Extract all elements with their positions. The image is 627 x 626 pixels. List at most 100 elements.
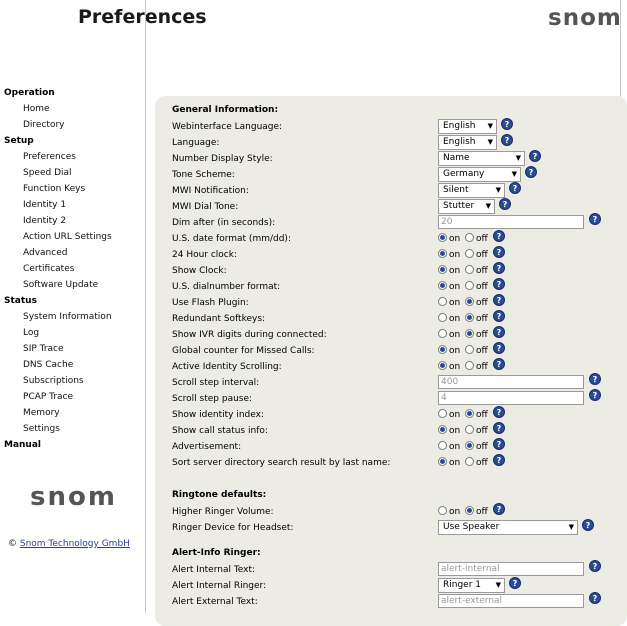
use-flash-plugin-radio-off[interactable] <box>465 297 474 306</box>
field-label-mwi-dial-tone: MWI Dial Tone: <box>172 202 239 212</box>
show-identity-index-radio-on[interactable] <box>438 409 447 418</box>
help-icon[interactable]: ? <box>493 358 505 370</box>
redundant-softkeys-radio-on[interactable] <box>438 313 447 322</box>
help-icon[interactable]: ? <box>493 454 505 466</box>
help-icon[interactable]: ? <box>509 182 521 194</box>
sidebar-item-speed-dial[interactable]: Speed Dial <box>0 165 145 181</box>
help-icon[interactable]: ? <box>493 326 505 338</box>
select-value: Name <box>443 153 470 163</box>
language-select[interactable]: English ▼ <box>438 135 497 150</box>
sidebar-item-memory[interactable]: Memory <box>0 405 145 421</box>
sort-server-directory-search-result-by-last-name-radio-off[interactable] <box>465 457 474 466</box>
sidebar-item-directory[interactable]: Directory <box>0 117 145 133</box>
sidebar-section-setup[interactable]: Setup <box>0 133 145 149</box>
sidebar-item-dns-cache[interactable]: DNS Cache <box>0 357 145 373</box>
show-ivr-digits-during-connected-radio-off[interactable] <box>465 329 474 338</box>
show-clock-radio-off[interactable] <box>465 265 474 274</box>
sidebar-item-settings[interactable]: Settings <box>0 421 145 437</box>
sidebar-item-certificates[interactable]: Certificates <box>0 261 145 277</box>
section-heading: Alert-Info Ringer: <box>172 548 261 558</box>
show-call-status-info-radio-on[interactable] <box>438 425 447 434</box>
help-icon[interactable]: ? <box>501 134 513 146</box>
show-ivr-digits-during-connected-radio-on[interactable] <box>438 329 447 338</box>
help-icon[interactable]: ? <box>509 577 521 589</box>
help-icon[interactable]: ? <box>501 118 513 130</box>
help-icon[interactable]: ? <box>582 519 594 531</box>
sidebar-item-preferences[interactable]: Preferences <box>0 149 145 165</box>
sidebar-item-action-url-settings[interactable]: Action URL Settings <box>0 229 145 245</box>
active-identity-scrolling-radio-on[interactable] <box>438 361 447 370</box>
advertisement-radio-on[interactable] <box>438 441 447 450</box>
help-icon[interactable]: ? <box>589 592 601 604</box>
number-display-style-select[interactable]: Name ▼ <box>438 151 525 166</box>
help-icon[interactable]: ? <box>493 422 505 434</box>
field-label-show-ivr-digits-during-connected: Show IVR digits during connected: <box>172 330 327 340</box>
help-icon[interactable]: ? <box>589 389 601 401</box>
sidebar-item-identity-1[interactable]: Identity 1 <box>0 197 145 213</box>
u-s-dialnumber-format-radio-on[interactable] <box>438 281 447 290</box>
alert-external-text-input[interactable]: alert-external <box>438 594 584 608</box>
sidebar-item-log[interactable]: Log <box>0 325 145 341</box>
dim-after-in-seconds-input[interactable]: 20 <box>438 215 584 229</box>
help-icon[interactable]: ? <box>493 438 505 450</box>
sidebar-item-system-information[interactable]: System Information <box>0 309 145 325</box>
show-clock-radio-on[interactable] <box>438 265 447 274</box>
help-icon[interactable]: ? <box>493 294 505 306</box>
sidebar-item-sip-trace[interactable]: SIP Trace <box>0 341 145 357</box>
help-icon[interactable]: ? <box>493 230 505 242</box>
help-icon[interactable]: ? <box>493 503 505 515</box>
redundant-softkeys-radio-off[interactable] <box>465 313 474 322</box>
u-s-dialnumber-format-radio-off[interactable] <box>465 281 474 290</box>
sidebar-item-advanced[interactable]: Advanced <box>0 245 145 261</box>
sidebar-item-identity-2[interactable]: Identity 2 <box>0 213 145 229</box>
alert-internal-text-input[interactable]: alert-internal <box>438 562 584 576</box>
use-flash-plugin-radio-on[interactable] <box>438 297 447 306</box>
tone-scheme-select[interactable]: Germany ▼ <box>438 167 521 182</box>
ringer-device-for-headset-select[interactable]: Use Speaker ▼ <box>438 520 578 535</box>
global-counter-for-missed-calls-radio-on[interactable] <box>438 345 447 354</box>
u-s-date-format-mm-dd-radio-off[interactable] <box>465 233 474 242</box>
mwi-notification-select[interactable]: Silent ▼ <box>438 183 505 198</box>
sidebar-item-subscriptions[interactable]: Subscriptions <box>0 373 145 389</box>
u-s-date-format-mm-dd-radio-on[interactable] <box>438 233 447 242</box>
24-hour-clock-radio-off[interactable] <box>465 249 474 258</box>
help-icon[interactable]: ? <box>529 150 541 162</box>
help-icon[interactable]: ? <box>493 310 505 322</box>
show-identity-index-radio-off[interactable] <box>465 409 474 418</box>
alert-internal-ringer-select[interactable]: Ringer 1 ▼ <box>438 578 505 593</box>
field-label-24-hour-clock: 24 Hour clock: <box>172 250 237 260</box>
sort-server-directory-search-result-by-last-name-radio-on[interactable] <box>438 457 447 466</box>
help-icon[interactable]: ? <box>493 262 505 274</box>
global-counter-for-missed-calls-radio-off[interactable] <box>465 345 474 354</box>
help-icon[interactable]: ? <box>493 246 505 258</box>
webinterface-language-select[interactable]: English ▼ <box>438 119 497 134</box>
sidebar-section-status[interactable]: Status <box>0 293 145 309</box>
help-icon[interactable]: ? <box>499 198 511 210</box>
field-label-redundant-softkeys: Redundant Softkeys: <box>172 314 266 324</box>
help-icon[interactable]: ? <box>525 166 537 178</box>
sidebar-section-operation[interactable]: Operation <box>0 85 145 101</box>
scroll-step-interval-input[interactable]: 400 <box>438 375 584 389</box>
active-identity-scrolling-radio-off[interactable] <box>465 361 474 370</box>
copyright-link[interactable]: Snom Technology GmbH <box>20 539 130 549</box>
sidebar-item-home[interactable]: Home <box>0 101 145 117</box>
mwi-dial-tone-select[interactable]: Stutter ▼ <box>438 199 495 214</box>
show-call-status-info-radio-off[interactable] <box>465 425 474 434</box>
advertisement-radio-off[interactable] <box>465 441 474 450</box>
higher-ringer-volume-radio-on[interactable] <box>438 506 447 515</box>
help-icon[interactable]: ? <box>589 373 601 385</box>
sidebar-section-manual[interactable]: Manual <box>0 437 145 453</box>
help-icon[interactable]: ? <box>493 278 505 290</box>
help-icon[interactable]: ? <box>493 406 505 418</box>
scroll-step-pause-input[interactable]: 4 <box>438 391 584 405</box>
higher-ringer-volume-radio-off[interactable] <box>465 506 474 515</box>
24-hour-clock-radio-on[interactable] <box>438 249 447 258</box>
field-label-show-clock: Show Clock: <box>172 266 227 276</box>
sidebar-item-function-keys[interactable]: Function Keys <box>0 181 145 197</box>
help-icon[interactable]: ? <box>589 213 601 225</box>
field-label-use-flash-plugin: Use Flash Plugin: <box>172 298 249 308</box>
help-icon[interactable]: ? <box>493 342 505 354</box>
sidebar-item-software-update[interactable]: Software Update <box>0 277 145 293</box>
sidebar-item-pcap-trace[interactable]: PCAP Trace <box>0 389 145 405</box>
help-icon[interactable]: ? <box>589 560 601 572</box>
